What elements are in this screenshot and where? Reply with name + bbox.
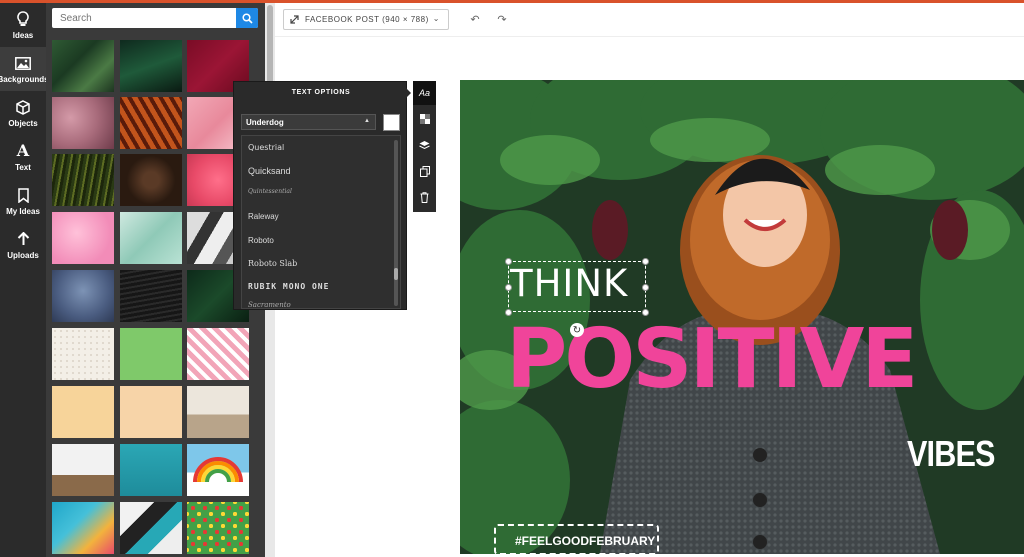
font-option[interactable]: Raleway [248, 212, 279, 221]
delete-button[interactable] [413, 185, 436, 209]
background-thumbnail[interactable] [52, 270, 114, 322]
design-canvas[interactable]: POSITIVE [460, 80, 1024, 554]
canvas-size-select[interactable]: FACEBOOK POST (940 × 788) ⌄ [283, 9, 449, 30]
background-thumbnail[interactable] [120, 212, 182, 264]
upload-icon [13, 230, 33, 248]
text-options-button[interactable]: Aa [413, 81, 436, 105]
headline-think[interactable]: THINK [510, 262, 628, 305]
background-thumbnail[interactable] [52, 40, 114, 92]
resize-handle[interactable] [642, 309, 649, 316]
headline-positive[interactable]: POSITIVE [506, 305, 986, 415]
rotate-icon: ↻ [572, 324, 582, 336]
popup-title: TEXT OPTIONS [291, 89, 351, 96]
font-icon: Aa [418, 88, 430, 98]
bookmark-icon [13, 186, 33, 204]
transparency-button[interactable] [413, 107, 436, 131]
font-list-scrollbar[interactable] [394, 140, 398, 306]
background-thumbnail[interactable] [52, 444, 114, 496]
background-thumbnail[interactable] [120, 270, 182, 322]
left-rail: Ideas Backgrounds Objects A Text My Idea… [0, 3, 49, 557]
background-thumbnail[interactable] [120, 328, 182, 380]
editor-toolbar: FACEBOOK POST (940 × 788) ⌄ ↶ ↷ [275, 3, 1024, 37]
font-option[interactable]: Quicksand [248, 166, 291, 176]
font-option[interactable]: Sacramento [248, 301, 291, 308]
layers-button[interactable] [413, 133, 436, 157]
rail-item-my-ideas[interactable]: My Ideas [0, 179, 46, 223]
font-family-select[interactable]: Underdog ▲ [241, 114, 376, 130]
search-icon [241, 12, 253, 24]
rail-item-ideas[interactable]: Ideas [0, 3, 46, 47]
headline-positive-text: POSITIVE [506, 312, 918, 407]
resize-handle[interactable] [505, 284, 512, 291]
font-list: Questrial Quicksand Quintessential Ralew… [241, 135, 401, 309]
hashtag-text: #FEELGOODFEBRUARY [515, 534, 656, 548]
rail-item-objects[interactable]: Objects [0, 91, 46, 135]
rail-item-label: Uploads [7, 251, 39, 260]
background-thumbnail[interactable] [52, 97, 114, 149]
resize-handle[interactable] [642, 284, 649, 291]
background-thumbnail[interactable] [120, 154, 182, 206]
text-options-popup: TEXT OPTIONS Underdog ▲ Questrial Quicks… [233, 81, 407, 310]
undo-button[interactable]: ↶ [468, 12, 482, 26]
search-button[interactable] [236, 8, 258, 28]
cube-icon [13, 98, 33, 116]
image-icon [13, 54, 33, 72]
font-option[interactable]: Roboto [248, 236, 274, 245]
redo-icon: ↷ [497, 13, 507, 26]
rail-item-uploads[interactable]: Uploads [0, 223, 46, 267]
background-thumbnail[interactable] [52, 386, 114, 438]
rail-item-label: Text [15, 163, 31, 172]
element-toolbar: Aa [413, 81, 436, 212]
font-option[interactable]: Quintessential [248, 188, 292, 195]
background-thumbnail[interactable] [120, 502, 182, 554]
search-input[interactable] [52, 8, 236, 28]
search-box [52, 8, 258, 28]
scrollbar-thumb[interactable] [394, 268, 398, 280]
checkerboard-icon [419, 114, 430, 124]
lightbulb-icon [13, 10, 33, 28]
background-thumbnail[interactable] [52, 328, 114, 380]
rainbow-icon [193, 457, 243, 483]
rail-item-backgrounds[interactable]: Backgrounds [0, 47, 49, 91]
font-option[interactable]: Roboto Slab [248, 259, 297, 268]
background-thumbnail[interactable] [120, 97, 182, 149]
trash-icon [420, 191, 429, 203]
popup-pointer [406, 88, 411, 98]
rail-item-label: Ideas [12, 31, 34, 40]
layers-icon [419, 141, 430, 150]
background-thumbnail[interactable] [187, 386, 249, 438]
background-thumbnail[interactable] [52, 502, 114, 554]
resize-handle[interactable] [505, 258, 512, 265]
background-thumbnail[interactable] [52, 212, 114, 264]
background-thumbnail[interactable] [187, 502, 249, 554]
selected-font: Underdog [246, 117, 284, 127]
rail-item-label: Backgrounds [0, 75, 49, 84]
undo-icon: ↶ [470, 13, 480, 26]
background-thumbnail[interactable] [52, 154, 114, 206]
chevron-down-icon: ⌄ [432, 14, 440, 23]
resize-handle[interactable] [642, 258, 649, 265]
headline-vibes[interactable]: VIBES [907, 433, 995, 475]
background-thumbnail[interactable] [120, 386, 182, 438]
font-option[interactable]: RUBIK MONO ONE [248, 282, 329, 291]
text-color-swatch[interactable] [383, 114, 400, 131]
font-option[interactable]: Questrial [248, 143, 284, 152]
background-thumbnail[interactable] [187, 328, 249, 380]
background-thumbnail[interactable] [120, 40, 182, 92]
redo-button[interactable]: ↷ [495, 12, 509, 26]
resize-handle[interactable] [505, 309, 512, 316]
duplicate-button[interactable] [413, 159, 436, 183]
copy-icon [419, 165, 430, 177]
background-thumbnail[interactable] [120, 444, 182, 496]
text-icon: A [16, 141, 30, 160]
caret-down-icon: ▲ [364, 118, 370, 124]
rotate-handle[interactable]: ↻ [570, 323, 584, 337]
rail-item-label: My Ideas [6, 207, 40, 216]
rail-item-text[interactable]: A Text [0, 135, 46, 179]
background-thumbnail[interactable] [187, 444, 249, 496]
canvas-size-label: FACEBOOK POST (940 × 788) [305, 15, 429, 24]
resize-icon [290, 15, 299, 24]
rail-item-label: Objects [8, 119, 38, 128]
